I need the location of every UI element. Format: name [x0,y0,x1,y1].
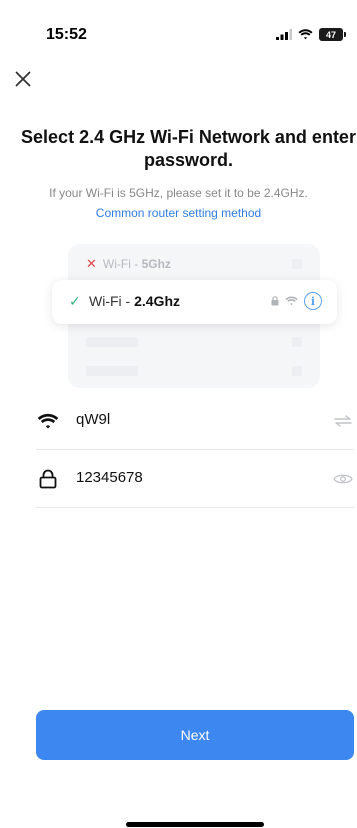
subtitle: If your Wi-Fi is 5GHz, please set it to … [49,186,308,200]
home-indicator [126,822,264,827]
card-icons: i [271,292,322,310]
next-button[interactable]: Next [36,710,354,760]
close-button[interactable] [10,66,36,92]
lock-icon [36,468,60,490]
router-setting-link[interactable]: Common router setting method [0,206,357,220]
status-bar: 15:52 47 [0,0,357,60]
switch-network-button[interactable] [332,411,354,431]
page-title: Select 2.4 GHz Wi-Fi Network and enter p… [21,127,356,170]
cellular-signal-icon [276,29,292,40]
wifi-icon [298,29,313,40]
placeholder-square [292,259,302,269]
close-icon [15,71,31,87]
wifi-icon [36,410,60,432]
lock-icon [271,296,279,306]
placeholder-bar [86,366,138,376]
eye-icon [333,474,353,484]
wifi-name-value[interactable]: qW9l [76,410,110,430]
info-icon: i [304,292,322,310]
battery-level: 47 [325,29,336,40]
status-time: 15:52 [46,26,87,43]
correct-band-card: ✓ Wi-Fi - 2.4Ghz i [52,280,337,324]
correct-band-label: Wi-Fi - 2.4Ghz [89,293,180,309]
switch-network-icon [334,415,352,427]
wifi-icon [285,296,298,306]
show-password-button[interactable] [332,469,354,489]
placeholder-square [292,366,302,376]
placeholder-square [292,337,302,347]
status-icons: 47 [276,28,346,41]
wrong-band-label: Wi-Fi - 5Ghz [102,257,171,271]
password-field[interactable]: 12345678 [36,450,354,508]
error-x-icon: ✕ [86,256,97,271]
wifi-name-field[interactable]: qW9l [36,392,354,450]
battery-icon: 47 [319,28,346,41]
wrong-band-row: ✕ Wi-Fi - 5Ghz [86,256,171,272]
placeholder-bar [86,337,138,347]
check-icon: ✓ [69,293,81,309]
password-value[interactable]: 12345678 [76,468,143,488]
